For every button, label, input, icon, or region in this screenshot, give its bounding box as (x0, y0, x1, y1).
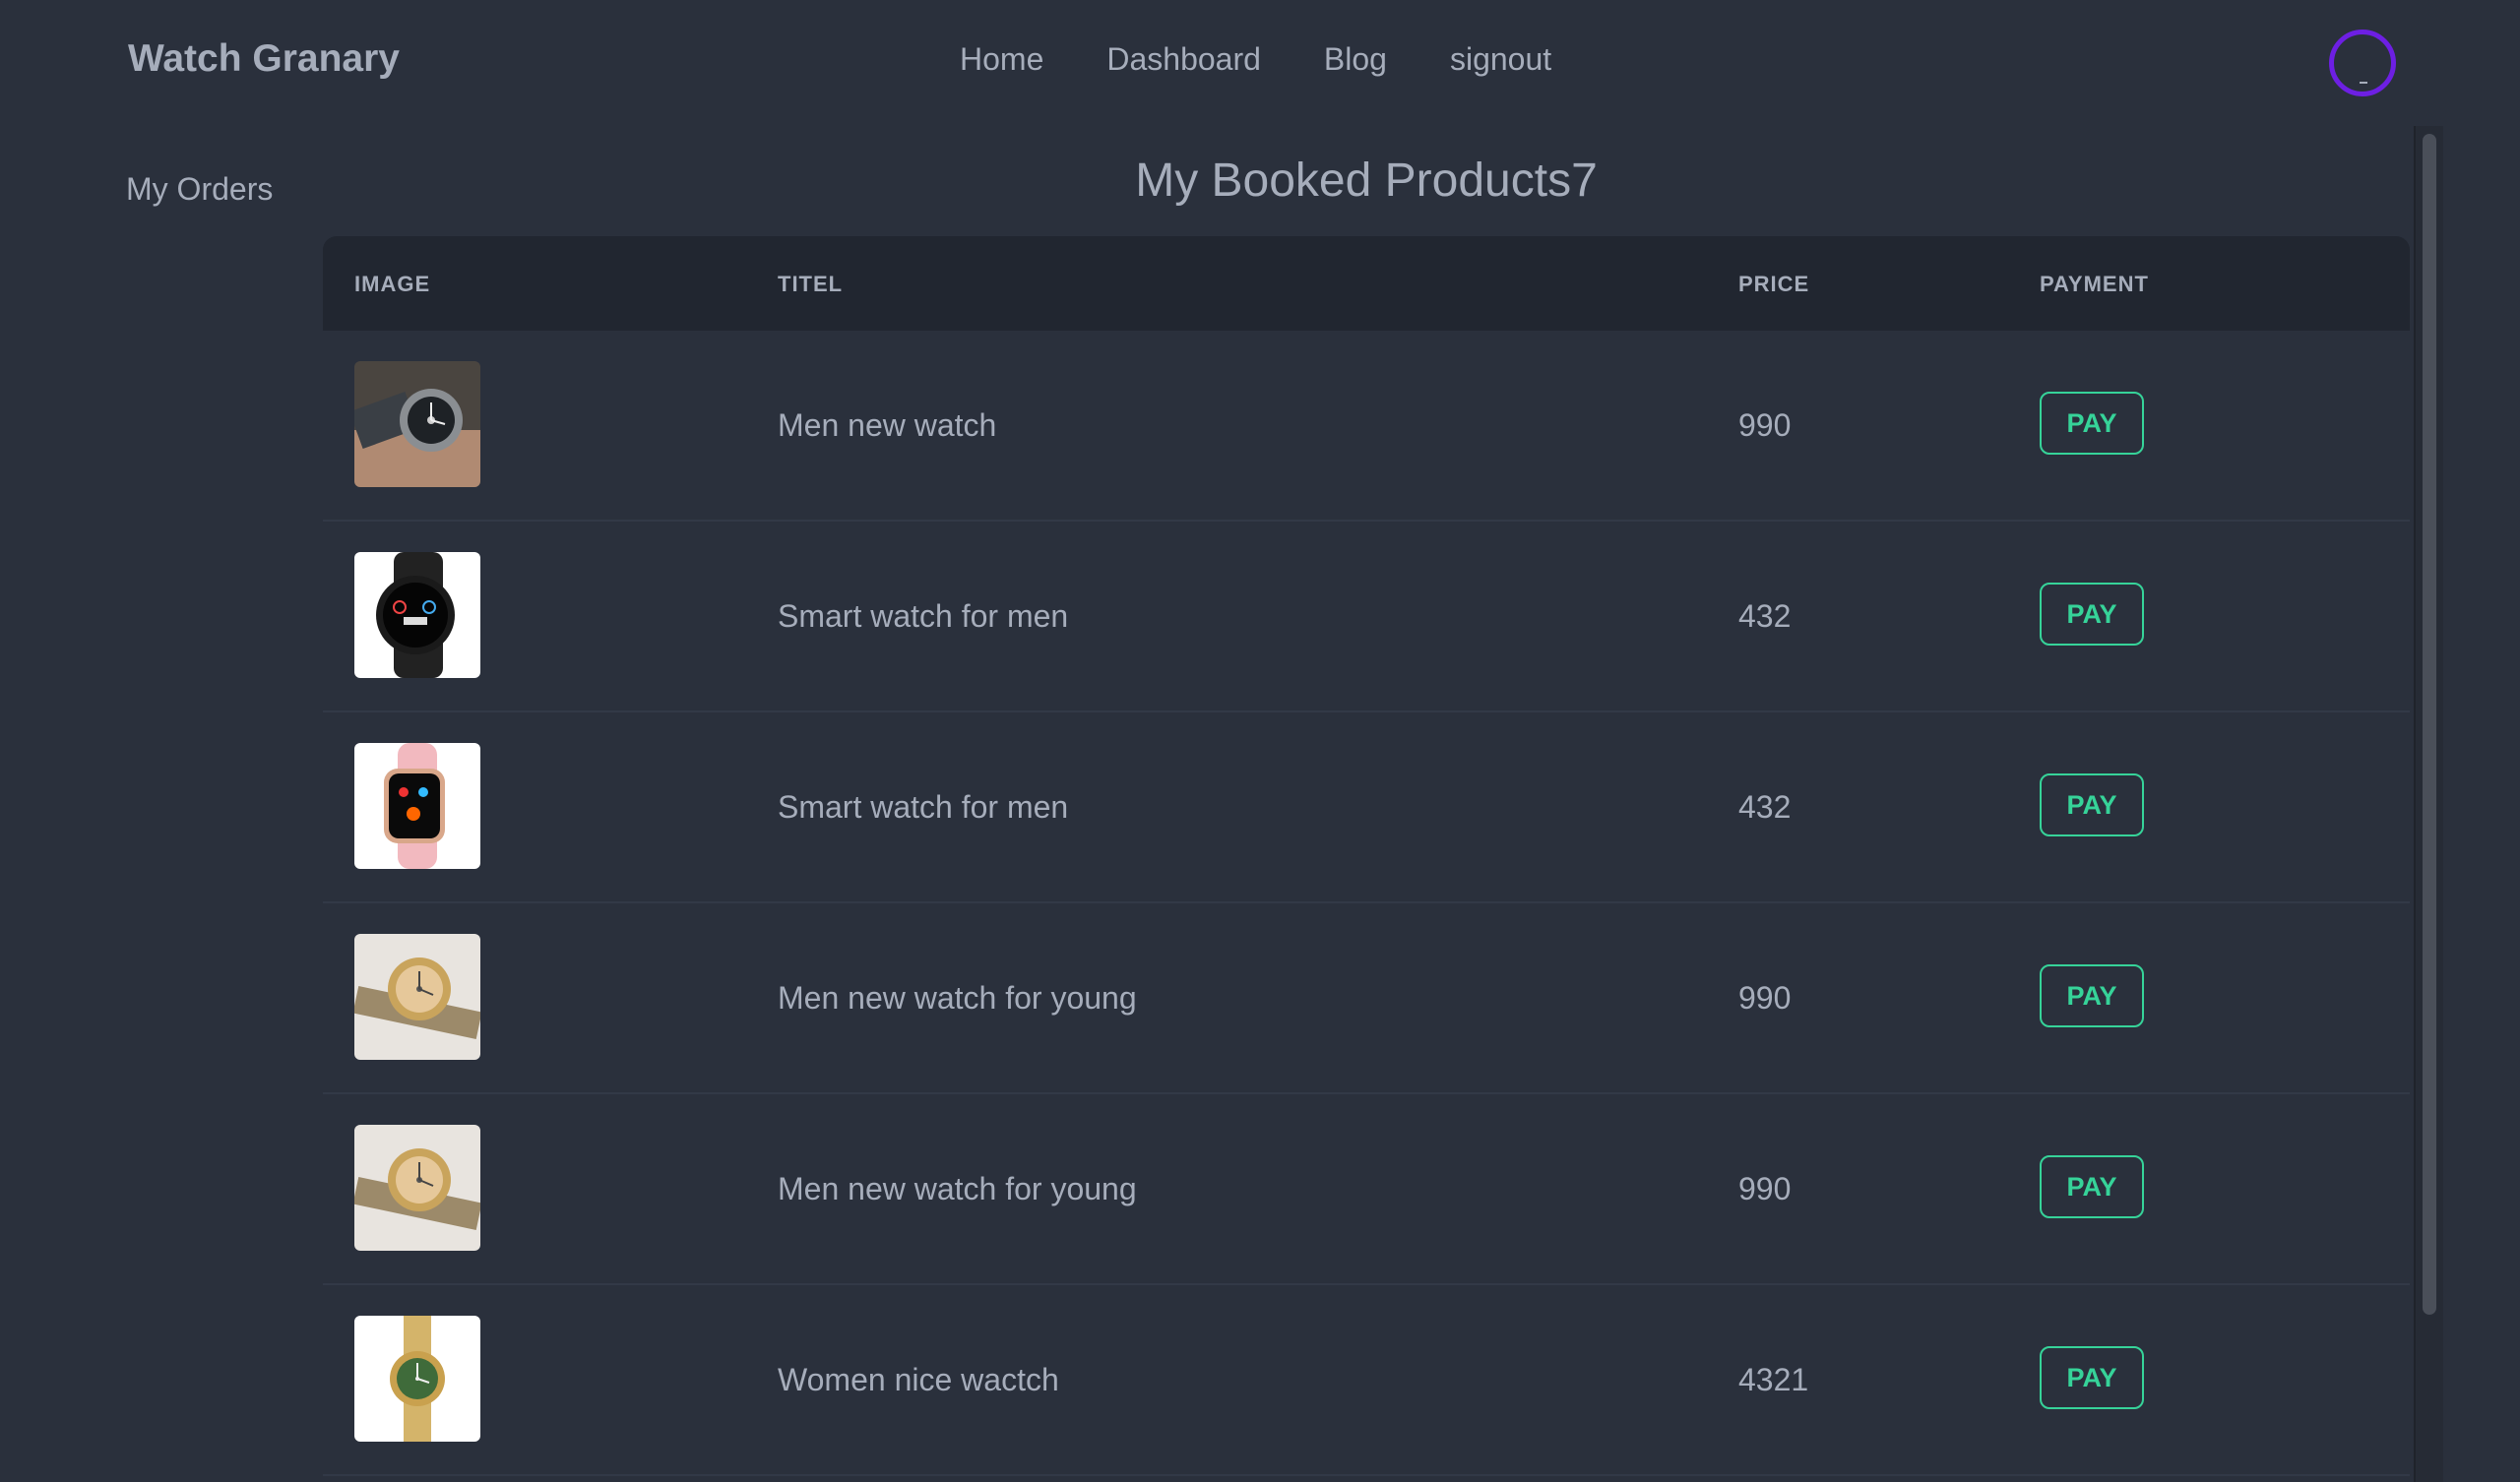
user-avatar[interactable] (2329, 30, 2396, 96)
product-price: 990 (1738, 980, 1792, 1016)
pay-button[interactable]: PAY (2040, 964, 2144, 1027)
table-row: Men new watch for young 990 PAY (323, 903, 2410, 1094)
orders-table: IMAGE TITEL PRICE PAYMENT Men new watch … (323, 236, 2410, 1482)
product-price: 4321 (1738, 1362, 1809, 1397)
product-title: Men new watch for young (778, 980, 1137, 1016)
table-row: Women nice wactch 4321 PAY (323, 1285, 2410, 1476)
black-smartwatch-photo (354, 552, 480, 678)
nav-link-blog[interactable]: Blog (1324, 41, 1387, 78)
table-header: IMAGE TITEL PRICE PAYMENT (323, 236, 2410, 331)
brand-logo-text[interactable]: Watch Granary (128, 37, 400, 81)
product-price: 432 (1738, 789, 1792, 825)
pink-smartwatch-photo (354, 743, 480, 869)
column-header-price: PRICE (1738, 272, 1810, 296)
page-title: My Booked Products7 (1135, 154, 1598, 207)
product-title: Men new watch (778, 407, 997, 443)
navbar: Watch Granary Home Dashboard Blog signou… (0, 0, 2520, 128)
gold-watch-photo (354, 934, 480, 1060)
green-dial-watch-photo (354, 1316, 480, 1442)
pay-button[interactable]: PAY (2040, 1155, 2144, 1218)
nav-menu: Home Dashboard Blog signout (960, 41, 1551, 78)
nav-link-signout[interactable]: signout (1450, 41, 1551, 78)
product-price: 990 (1738, 1171, 1792, 1206)
nav-link-home[interactable]: Home (960, 41, 1043, 78)
table-row: Smart watch for men 432 PAY (323, 522, 2410, 712)
nav-link-dashboard[interactable]: Dashboard (1106, 41, 1261, 78)
product-price: 432 (1738, 598, 1792, 634)
avatar-placeholder-icon (2360, 82, 2367, 84)
vertical-scrollbar[interactable] (2414, 126, 2443, 1482)
product-title: Smart watch for men (778, 598, 1069, 634)
pay-button[interactable]: PAY (2040, 1346, 2144, 1409)
column-header-image: IMAGE (354, 272, 431, 296)
scrollbar-thumb[interactable] (2423, 134, 2436, 1315)
pay-button[interactable]: PAY (2040, 583, 2144, 646)
pay-button[interactable]: PAY (2040, 773, 2144, 836)
sidebar-item-my-orders[interactable]: My Orders (126, 171, 273, 208)
product-title: Women nice wactch (778, 1362, 1059, 1397)
product-title: Men new watch for young (778, 1171, 1137, 1206)
product-price: 990 (1738, 407, 1792, 443)
gold-watch-photo (354, 1125, 480, 1251)
column-header-payment: PAYMENT (2040, 272, 2149, 296)
table-row: Men new watch 990 PAY (323, 331, 2410, 522)
product-title: Smart watch for men (778, 789, 1069, 825)
steel-watch-photo (354, 361, 480, 487)
table-row: Smart watch for men 432 PAY (323, 712, 2410, 903)
pay-button[interactable]: PAY (2040, 392, 2144, 455)
table-row: Men new watch for young 990 PAY (323, 1094, 2410, 1285)
column-header-title: TITEL (778, 272, 844, 296)
